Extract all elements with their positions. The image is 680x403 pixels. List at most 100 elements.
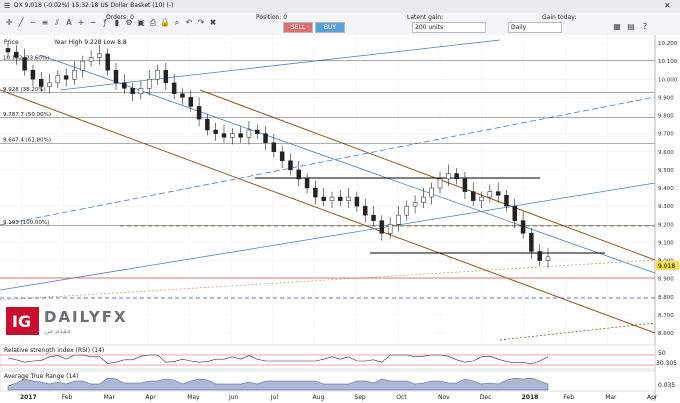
- window-titlebar: ☰ DX 9,018 (-0.02%) 15:32:18 US Dollar B…: [0, 0, 680, 14]
- x-tick-label: Sep: [354, 394, 366, 401]
- y-tick-label: 9.500: [658, 168, 674, 174]
- year-high-low-label: Year High 9.228 Low 8.8: [53, 39, 127, 46]
- candle-body: [263, 133, 268, 143]
- candle-body: [529, 233, 534, 252]
- candle-body: [288, 160, 293, 171]
- gain-today-label: Gain today:: [542, 14, 577, 21]
- x-axis-ticks: 2017 Feb Mar Apr May Jun Jul Aug Sep Oct Nov Dec 201…: [20, 394, 658, 401]
- zoom-out-icon[interactable]: −: [88, 18, 98, 28]
- candle-body: [80, 60, 86, 71]
- candle-body: [545, 256, 551, 261]
- y-tick-label: 10.000: [658, 77, 678, 83]
- y-tick-label: 9.200: [658, 222, 674, 228]
- candle-body: [180, 93, 185, 98]
- y-tick-label: 8.700: [658, 313, 674, 319]
- timeframe-select[interactable]: Daily: [508, 22, 562, 33]
- x-tick-label: Dec: [480, 394, 492, 401]
- candle-body: [205, 118, 210, 131]
- y-tick-label: 9.300: [658, 204, 674, 210]
- candle-body: [387, 224, 393, 234]
- candle-body: [63, 75, 69, 80]
- fibonacci-icon[interactable]: ≡: [40, 18, 50, 28]
- candle-body: [138, 88, 144, 94]
- candle-body: [487, 191, 493, 198]
- indicator-icon[interactable]: ƒ: [100, 18, 110, 28]
- dailyfx-sub: مقدم من: [44, 327, 71, 335]
- horizontal-line-icon[interactable]: ─: [28, 18, 38, 28]
- candle-body: [113, 69, 119, 84]
- x-tick-label: Mar: [605, 394, 617, 401]
- x-tick-label: 2017: [20, 394, 37, 401]
- atr-value: 0.035: [658, 382, 675, 389]
- candle-body: [495, 191, 501, 196]
- current-price-label: 9.018: [658, 263, 675, 270]
- y-tick-label: 10.200: [658, 41, 678, 47]
- sell-button[interactable]: SELL: [283, 22, 313, 33]
- chart-area[interactable]: 10.102 (23.60%) 9.928 (38.20%) 9.787.7 (50…: [0, 35, 680, 401]
- zoom-in-icon[interactable]: +: [76, 18, 86, 28]
- rsi-level-50: 50: [658, 350, 666, 357]
- candle-body: [462, 178, 468, 192]
- candle-body: [520, 220, 526, 234]
- crosshair-icon[interactable]: ✛: [4, 18, 14, 28]
- settings-icon[interactable]: ⚙: [124, 18, 134, 28]
- close-icon[interactable]: ✕: [664, 1, 671, 10]
- rsi-value: 30.305: [656, 360, 677, 367]
- search-icon[interactable]: ⌕: [172, 18, 182, 28]
- candle-body: [470, 191, 476, 201]
- candle-body: [504, 195, 509, 207]
- candle-body: [238, 133, 243, 138]
- redo-icon[interactable]: ↷: [196, 18, 206, 28]
- candle-icon[interactable]: ▮: [112, 18, 122, 28]
- units-input[interactable]: 200 units: [412, 22, 486, 33]
- candle-body: [221, 133, 227, 138]
- candle-body: [354, 196, 360, 207]
- candle-body: [213, 129, 218, 134]
- candle-body: [171, 82, 177, 94]
- candle-body: [47, 82, 52, 87]
- save-icon[interactable]: ▤: [626, 22, 636, 32]
- candle-body: [421, 196, 426, 203]
- candle-body: [512, 205, 518, 221]
- line-tool-icon[interactable]: ╱: [16, 18, 26, 28]
- lock-icon[interactable]: 🔒: [160, 18, 170, 28]
- buy-button[interactable]: BUY: [315, 22, 345, 33]
- candle-body: [246, 129, 252, 138]
- candle-body: [130, 88, 135, 94]
- channel-icon[interactable]: ⫽: [52, 18, 62, 28]
- y-tick-label: 9.600: [658, 150, 674, 156]
- candle-body: [429, 187, 434, 198]
- undo-icon[interactable]: ↶: [184, 18, 194, 28]
- candle-body: [371, 214, 376, 221]
- x-tick-label: Mar: [104, 394, 116, 401]
- candle-body: [446, 173, 451, 180]
- print-icon[interactable]: ⎙: [148, 18, 158, 28]
- candle-body: [188, 97, 194, 107]
- candle-body: [313, 187, 318, 198]
- x-tick-label: Jun: [228, 394, 239, 401]
- candle-body: [304, 178, 310, 189]
- candle-body: [14, 51, 19, 58]
- position-label: Position: 0: [256, 14, 288, 21]
- y-tick-label: 8.800: [658, 295, 674, 301]
- x-tick-label: Jul: [270, 394, 279, 401]
- y-tick-label: 9.800: [658, 114, 674, 120]
- rsi-label: Relative strength index (RSI) (14): [4, 347, 104, 354]
- fib-label: 9.787.7 (50.00%): [3, 112, 51, 118]
- help-icon[interactable]: ?: [640, 22, 650, 32]
- candle-body: [479, 196, 484, 201]
- candle-body: [155, 69, 160, 80]
- candle-body: [72, 69, 77, 80]
- candle-body: [55, 75, 61, 84]
- candle-body: [5, 48, 11, 53]
- x-tick-label: Feb: [62, 394, 73, 401]
- screenshot-icon[interactable]: ▣: [136, 18, 146, 28]
- x-tick-label: Apr: [145, 394, 156, 401]
- delete-icon[interactable]: ✖: [208, 18, 218, 28]
- text-tool-icon[interactable]: A: [64, 18, 74, 28]
- x-tick-label: May: [187, 394, 200, 401]
- candle-body: [22, 57, 27, 71]
- menu-icon[interactable]: ☰: [4, 2, 10, 10]
- candle-body: [30, 69, 36, 80]
- layout-icon[interactable]: ▦: [612, 22, 622, 32]
